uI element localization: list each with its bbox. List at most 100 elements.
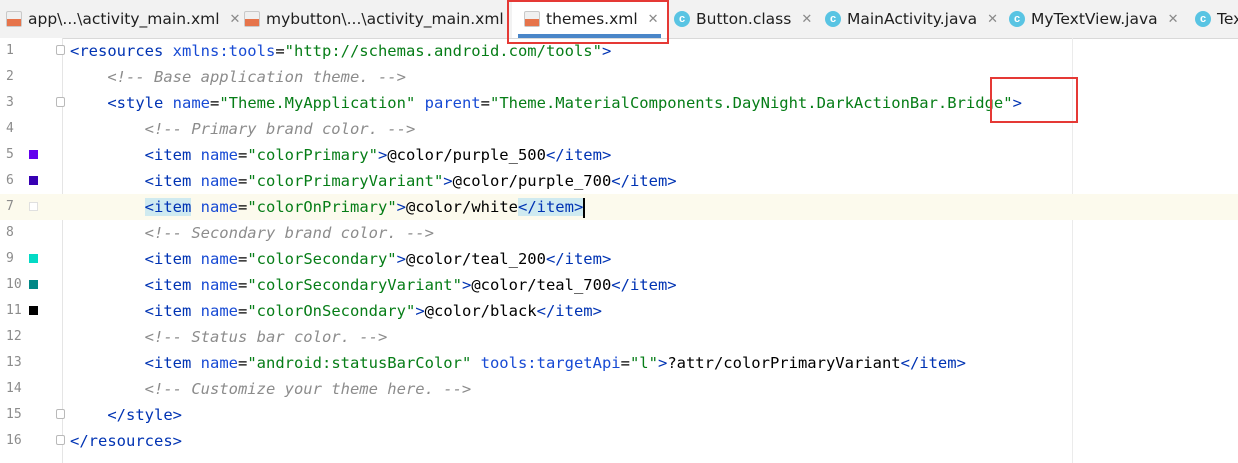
fold-marker-icon[interactable]: [56, 409, 65, 419]
code-token: @color/purple_700: [452, 172, 612, 190]
tab-button-class[interactable]: c Button.class ✕: [670, 0, 816, 38]
code-token: "colorSecondary": [247, 250, 397, 268]
code-token: "Theme.MaterialComponents.DayNight.DarkA…: [489, 94, 1013, 112]
code-token: <!-- Customize your theme here. -->: [144, 380, 472, 398]
java-class-icon: c: [825, 11, 841, 27]
code-token: name: [200, 276, 238, 294]
code-token: @color/white: [406, 198, 518, 216]
code-line[interactable]: 3 <style name="Theme.MyApplication" pare…: [0, 90, 1238, 116]
code-token: </item>: [611, 276, 677, 294]
tab-themes-xml[interactable]: themes.xml ✕: [512, 0, 667, 38]
code-token: </item>: [611, 172, 677, 190]
close-icon[interactable]: ✕: [801, 12, 812, 27]
tab-label: themes.xml: [546, 10, 638, 28]
close-icon[interactable]: ✕: [1168, 12, 1179, 27]
color-swatch-icon[interactable]: [29, 176, 38, 185]
code-token: >: [396, 198, 406, 216]
fold-marker-icon[interactable]: [56, 435, 65, 445]
code-line[interactable]: 16 </resources>: [0, 428, 1238, 454]
code-token: =: [620, 354, 630, 372]
code-token: "http://schemas.android.com/tools": [284, 42, 602, 60]
code-text: <resources xmlns:tools="http://schemas.a…: [70, 38, 611, 64]
code-line[interactable]: 15 </style>: [0, 402, 1238, 428]
line-number: 13: [6, 355, 22, 370]
tab-overflow[interactable]: c Tex: [1190, 0, 1238, 38]
code-line[interactable]: 11 <item name="colorOnSecondary">@color/…: [0, 298, 1238, 324]
code-token: @color/teal_200: [405, 250, 546, 268]
code-token: =: [237, 302, 248, 320]
color-swatch-icon[interactable]: [29, 202, 38, 211]
code-token: =: [480, 94, 490, 112]
code-line[interactable]: 12 <!-- Status bar color. -->: [0, 324, 1238, 350]
code-text: <!-- Base application theme. -->: [70, 64, 406, 90]
code-line[interactable]: 8 <!-- Secondary brand color. -->: [0, 220, 1238, 246]
code-token: =: [237, 354, 248, 372]
close-icon[interactable]: ✕: [987, 12, 998, 27]
code-token: </item>: [545, 146, 612, 164]
code-token: =: [237, 250, 248, 268]
code-line[interactable]: 1 <resources xmlns:tools="http://schemas.…: [0, 38, 1238, 64]
code-line[interactable]: 7 <item name="colorOnPrimary">@color/whi…: [0, 194, 1238, 220]
line-number: 8: [6, 225, 14, 240]
code-line[interactable]: 9 <item name="colorSecondary">@color/tea…: [0, 246, 1238, 272]
code-text: <item name="colorOnPrimary">@color/white…: [70, 194, 586, 220]
code-line[interactable]: 5 <item name="colorPrimary">@color/purpl…: [0, 142, 1238, 168]
code-text: <style name="Theme.MyApplication" parent…: [70, 90, 1022, 116]
code-token: =: [238, 198, 248, 216]
xml-file-icon: [524, 11, 540, 27]
code-line[interactable]: 4 <!-- Primary brand color. -->: [0, 116, 1238, 142]
code-token: @color/purple_500: [387, 146, 546, 164]
code-token: >: [1012, 94, 1022, 112]
tab-app-activity-main[interactable]: app\...\activity_main.xml ✕: [0, 0, 240, 38]
fold-marker-icon[interactable]: [56, 45, 65, 55]
line-number: 14: [6, 381, 22, 396]
editor-tab-bar: app\...\activity_main.xml ✕ mybutton\...…: [0, 0, 1238, 39]
code-editor[interactable]: 1 <resources xmlns:tools="http://schemas.…: [0, 38, 1238, 463]
close-icon[interactable]: ✕: [648, 12, 659, 27]
code-token: "l": [629, 354, 658, 372]
code-token: name: [200, 302, 238, 320]
code-token: "android:statusBarColor": [247, 354, 472, 372]
code-token: <!-- Status bar color. -->: [144, 328, 388, 346]
color-swatch-icon[interactable]: [29, 306, 38, 315]
line-number: 3: [6, 95, 14, 110]
tab-mybutton-activity-main[interactable]: mybutton\...\activity_main.xml ✕: [238, 0, 525, 38]
line-number: 2: [6, 69, 14, 84]
color-swatch-icon[interactable]: [29, 150, 38, 159]
code-token: <item: [144, 146, 201, 164]
code-token: =: [275, 42, 285, 60]
code-text: <!-- Secondary brand color. -->: [70, 220, 434, 246]
code-token: "colorOnSecondary": [247, 302, 416, 320]
tab-mainactivity-java[interactable]: c MainActivity.java ✕: [820, 0, 1002, 38]
code-line[interactable]: 13 <item name="android:statusBarColor" t…: [0, 350, 1238, 376]
tab-label: app\...\activity_main.xml: [28, 10, 220, 28]
code-line[interactable]: 10 <item name="colorSecondaryVariant">@c…: [0, 272, 1238, 298]
tab-mytextview-java[interactable]: c MyTextView.java ✕: [1004, 0, 1184, 38]
code-token: <!-- Secondary brand color. -->: [144, 224, 434, 242]
color-swatch-icon[interactable]: [29, 280, 38, 289]
code-line[interactable]: 2 <!-- Base application theme. -->: [0, 64, 1238, 90]
code-token: <style: [107, 94, 173, 112]
code-text: <item name="android:statusBarColor" tool…: [70, 350, 966, 376]
class-file-icon: c: [674, 11, 690, 27]
tab-label: mybutton\...\activity_main.xml: [266, 10, 504, 28]
color-swatch-icon[interactable]: [29, 254, 38, 263]
fold-marker-icon[interactable]: [56, 97, 65, 107]
line-number: 11: [6, 303, 22, 318]
code-token: <item: [144, 276, 201, 294]
code-token: </item>: [545, 250, 612, 268]
code-token: =: [209, 94, 220, 112]
line-number: 16: [6, 433, 22, 448]
code-text: <item name="colorSecondary">@color/teal_…: [70, 246, 612, 272]
code-line[interactable]: 6 <item name="colorPrimaryVariant">@colo…: [0, 168, 1238, 194]
code-token: ?attr/colorPrimaryVariant: [667, 354, 901, 372]
code-text: <!-- Status bar color. -->: [70, 324, 388, 350]
code-line[interactable]: 14 <!-- Customize your theme here. -->: [0, 376, 1238, 402]
code-token: name: [200, 146, 238, 164]
